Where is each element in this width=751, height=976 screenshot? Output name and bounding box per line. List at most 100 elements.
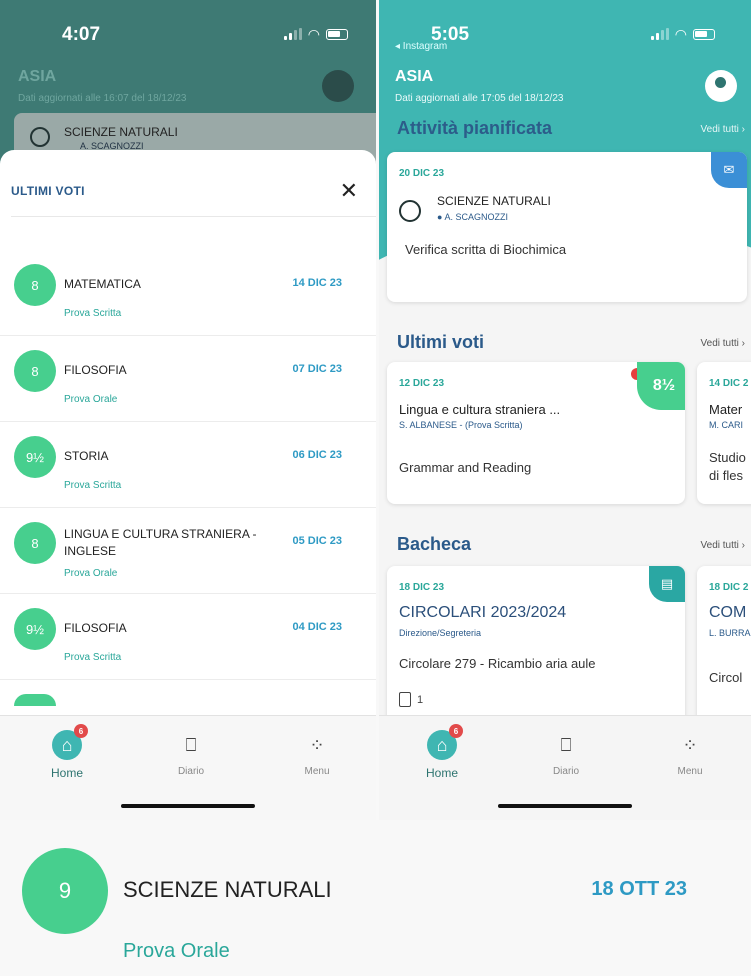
bookmark-icon: ⎕ xyxy=(560,734,572,755)
planned-date: 20 DIC 23 xyxy=(399,168,445,179)
modal-title: ULTIMI VOTI xyxy=(11,184,85,198)
grade-circle: 8 xyxy=(14,350,56,392)
nav-menu[interactable]: ⁘ Menu xyxy=(655,730,725,778)
grade-card-subject: Mater xyxy=(709,402,743,417)
chat-icon[interactable]: ✉ xyxy=(711,152,747,188)
grade-type: Prova Orale xyxy=(64,394,118,405)
left-screen: 4:07 ◠ ASIA Dati aggiornati alle 16:07 d… xyxy=(0,0,376,820)
signal-icon xyxy=(283,28,302,40)
board-card-partial[interactable]: 18 DIC 2 COM L. BURRA Circol xyxy=(697,566,751,736)
notification-badge: 6 xyxy=(449,724,463,738)
status-bar: 5:05 ◂ Instagram ◠ xyxy=(379,0,751,62)
nav-diary-label: Diario xyxy=(552,766,580,777)
board-section-title: Bacheca xyxy=(397,534,472,554)
nav-home[interactable]: ⌂ 6 Home xyxy=(32,724,102,780)
status-icons: ◠ xyxy=(650,26,715,42)
grade-circle: 8 xyxy=(14,264,56,306)
peek-subject: SCIENZE NATURALI xyxy=(64,125,178,139)
nav-menu-label: Menu xyxy=(677,766,703,777)
grade-card-teacher: M. CARI xyxy=(709,420,744,430)
avatar[interactable] xyxy=(705,70,737,102)
board-card-desc: Circol xyxy=(709,670,743,685)
home-indicator xyxy=(121,804,255,808)
divider xyxy=(11,216,376,217)
grade-card-desc: di fles xyxy=(709,468,743,483)
updated-text: Dati aggiornati alle 16:07 del 18/12/23 xyxy=(18,93,187,104)
grade-date: 04 DIC 23 xyxy=(292,621,342,633)
avatar[interactable] xyxy=(322,70,354,102)
school-name: ASIA xyxy=(395,68,434,85)
grade-row[interactable]: 9½ STORIA Prova Scritta 06 DIC 23 xyxy=(0,422,376,508)
nav-home-label: Home xyxy=(50,766,83,780)
nav-menu[interactable]: ⁘ Menu xyxy=(282,730,352,778)
planned-teacher-row: ● A. SCAGNOZZI xyxy=(437,212,508,222)
bottom-nav: ⌂ 6 Home ⎕ Diario ⁘ Menu xyxy=(379,715,751,820)
bottom-nav: ⌂ 6 Home ⎕ Diario ⁘ Menu xyxy=(0,715,376,820)
home-icon: ⌂ 6 xyxy=(427,724,463,760)
grade-card-subject: Lingua e cultura straniera ... xyxy=(399,402,561,417)
grade-date: 18 OTT 23 xyxy=(591,878,687,900)
back-to-instagram[interactable]: ◂ Instagram xyxy=(395,41,447,52)
grade-row[interactable]: 8 FILOSOFIA Prova Orale 07 DIC 23 xyxy=(0,336,376,422)
nav-home[interactable]: ⌂ 6 Home xyxy=(407,724,477,780)
grade-subject: SCIENZE NATURALI xyxy=(123,877,332,902)
grade-type: Prova Orale xyxy=(123,940,230,962)
person-icon: ● xyxy=(437,212,443,222)
planned-section-title: Attività pianificata xyxy=(397,118,553,138)
board-card[interactable]: ▤ 18 DIC 23 CIRCOLARI 2023/2024 Direzion… xyxy=(387,566,685,736)
grade-type: Prova Orale xyxy=(64,568,118,579)
grades-see-all[interactable]: Vedi tutti › xyxy=(701,338,745,349)
close-icon[interactable]: ✕ xyxy=(340,178,358,204)
attachments-row: 1 xyxy=(399,692,423,707)
clock-icon xyxy=(30,127,50,147)
document-icon: ▤ xyxy=(649,566,685,602)
nav-diary[interactable]: ⎕ Diario xyxy=(531,730,601,778)
planned-teacher: A. SCAGNOZZI xyxy=(444,212,508,222)
board-card-title: CIRCOLARI 2023/2024 xyxy=(399,604,567,621)
nav-diary[interactable]: ⎕ Diario xyxy=(156,730,226,778)
planned-card[interactable]: ✉ 20 DIC 23 SCIENZE NATURALI ● A. SCAGNO… xyxy=(387,152,747,302)
grade-circle: 9½ xyxy=(14,436,56,478)
nav-menu-label: Menu xyxy=(304,766,330,777)
zoomed-grade-row[interactable]: 9 SCIENZE NATURALI Prova Orale 18 OTT 23 xyxy=(0,820,751,976)
grade-card[interactable]: 8½ 12 DIC 23 Lingua e cultura straniera … xyxy=(387,362,685,504)
board-card-date: 18 DIC 2 xyxy=(709,582,749,593)
nav-diary-label: Diario xyxy=(177,766,205,777)
planned-desc: Verifica scritta di Biochimica xyxy=(405,242,567,257)
grade-subject: STORIA xyxy=(64,449,109,463)
grade-type: Prova Scritta xyxy=(64,308,122,319)
home-indicator xyxy=(498,804,632,808)
grade-date: 06 DIC 23 xyxy=(292,449,342,461)
nav-home-label: Home xyxy=(425,766,458,780)
grade-card-desc: Grammar and Reading xyxy=(399,460,532,475)
grade-chip: 8½ xyxy=(637,362,685,410)
grade-subject: MATEMATICA xyxy=(64,277,141,291)
planned-see-all[interactable]: Vedi tutti › xyxy=(701,124,745,135)
home-icon: ⌂ 6 xyxy=(52,724,88,760)
board-see-all[interactable]: Vedi tutti › xyxy=(701,540,745,551)
grade-type: Prova Scritta xyxy=(64,480,122,491)
attachments-count: 1 xyxy=(417,693,424,706)
status-time: 4:07 xyxy=(62,24,101,45)
grade-row[interactable]: 8 MATEMATICA Prova Scritta 14 DIC 23 xyxy=(0,250,376,336)
board-card-author: Direzione/Segreteria xyxy=(399,628,482,638)
grade-card-teacher: S. ALBANESE - (Prova Scritta) xyxy=(399,420,523,430)
grade-subject: FILOSOFIA xyxy=(64,621,127,635)
grade-circle: 9½ xyxy=(14,608,56,650)
grade-card-date: 14 DIC 2 xyxy=(709,378,749,389)
grid-dots-icon: ⁘ xyxy=(682,734,698,755)
grade-card-date: 12 DIC 23 xyxy=(399,378,445,389)
grade-row[interactable]: 8 LINGUA E CULTURA STRANIERA - INGLESE P… xyxy=(0,508,376,594)
grade-date: 14 DIC 23 xyxy=(292,277,342,289)
grade-date: 07 DIC 23 xyxy=(292,363,342,375)
board-card-author: L. BURRA xyxy=(709,628,751,638)
last-grades-modal: ULTIMI VOTI ✕ 8 MATEMATICA Prova Scritta… xyxy=(0,150,376,715)
grade-card-partial[interactable]: 14 DIC 2 Mater M. CARI Studio di fles xyxy=(697,362,751,504)
grade-card-desc: Studio xyxy=(709,450,746,465)
signal-icon xyxy=(650,28,669,40)
grade-row[interactable]: 9½ FILOSOFIA Prova Scritta 04 DIC 23 xyxy=(0,594,376,680)
grid-dots-icon: ⁘ xyxy=(309,734,325,755)
grade-circle: 9 xyxy=(22,848,108,934)
wifi-icon: ◠ xyxy=(674,26,687,42)
clock-icon xyxy=(399,200,421,222)
